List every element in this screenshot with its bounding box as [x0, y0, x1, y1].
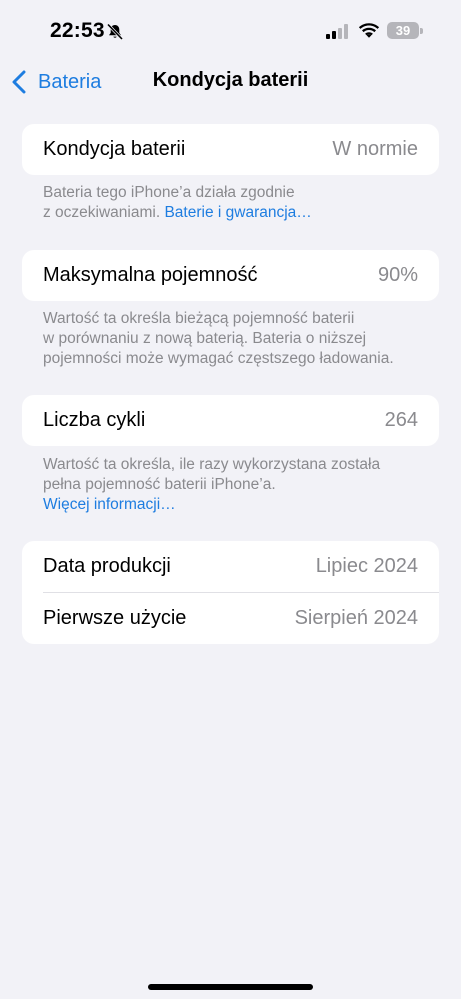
manufacture-date-row: Data produkcji Lipiec 2024	[22, 541, 439, 592]
battery-health-note-line: z oczekiwaniami. Baterie i gwarancja…	[43, 203, 428, 223]
manufacture-date-value: Lipiec 2024	[315, 555, 418, 577]
battery-health-value: W normie	[332, 138, 418, 160]
battery-health-row: Kondycja baterii W normie	[22, 124, 439, 175]
first-use-value: Sierpień 2024	[294, 607, 418, 629]
first-use-row: Pierwsze użycie Sierpień 2024	[22, 593, 439, 644]
battery-health-note-text: z oczekiwaniami.	[43, 204, 161, 221]
more-info-link[interactable]: Więcej informacji…	[43, 495, 428, 515]
status-time: 22:53	[50, 19, 105, 42]
cycle-count-note-line: pełna pojemność baterii iPhone’a.	[43, 476, 276, 493]
battery-cap	[420, 28, 423, 34]
dates-card: Data produkcji Lipiec 2024 Pierwsze użyc…	[22, 541, 439, 644]
silent-mode-bell-icon	[106, 23, 124, 41]
cycle-count-note: Wartość ta określa, ile razy wykorzystan…	[43, 455, 428, 515]
manufacture-date-label: Data produkcji	[43, 555, 171, 577]
battery-health-note: Bateria tego iPhone’a działa zgodnie z o…	[43, 183, 428, 223]
max-capacity-note-line: w porównaniu z nową baterią. Bateria o n…	[43, 330, 367, 347]
battery-icon: 39	[387, 22, 419, 39]
wifi-icon	[358, 23, 380, 38]
battery-health-label: Kondycja baterii	[43, 138, 186, 160]
batteries-warranty-link[interactable]: Baterie i gwarancja…	[164, 204, 311, 221]
cellular-signal-icon	[326, 24, 348, 39]
first-use-label: Pierwsze użycie	[43, 607, 187, 629]
battery-health-card: Kondycja baterii W normie	[22, 124, 439, 175]
cycle-count-value: 264	[384, 409, 418, 431]
battery-health-note-line: Bateria tego iPhone’a działa zgodnie	[43, 184, 295, 201]
max-capacity-note-line: pojemności może wymagać częstszego ładow…	[43, 350, 394, 367]
max-capacity-note: Wartość ta określa bieżącą pojemność bat…	[43, 309, 428, 369]
cycle-count-row: Liczba cykli 264	[22, 395, 439, 446]
max-capacity-value: 90%	[377, 264, 418, 286]
cycle-count-note-line: Wartość ta określa, ile razy wykorzystan…	[43, 456, 381, 473]
cycle-count-card: Liczba cykli 264	[22, 395, 439, 446]
max-capacity-row: Maksymalna pojemność 90%	[22, 250, 439, 301]
max-capacity-card: Maksymalna pojemność 90%	[22, 250, 439, 301]
cycle-count-label: Liczba cykli	[43, 409, 146, 431]
home-indicator[interactable]	[148, 984, 313, 990]
navigation-bar: Bateria Kondycja baterii	[0, 60, 461, 104]
page-title: Kondycja baterii	[152, 69, 309, 91]
max-capacity-note-line: Wartość ta określa bieżącą pojemność bat…	[43, 310, 355, 327]
status-bar: 22:53 39	[0, 0, 461, 60]
max-capacity-label: Maksymalna pojemność	[43, 264, 258, 286]
